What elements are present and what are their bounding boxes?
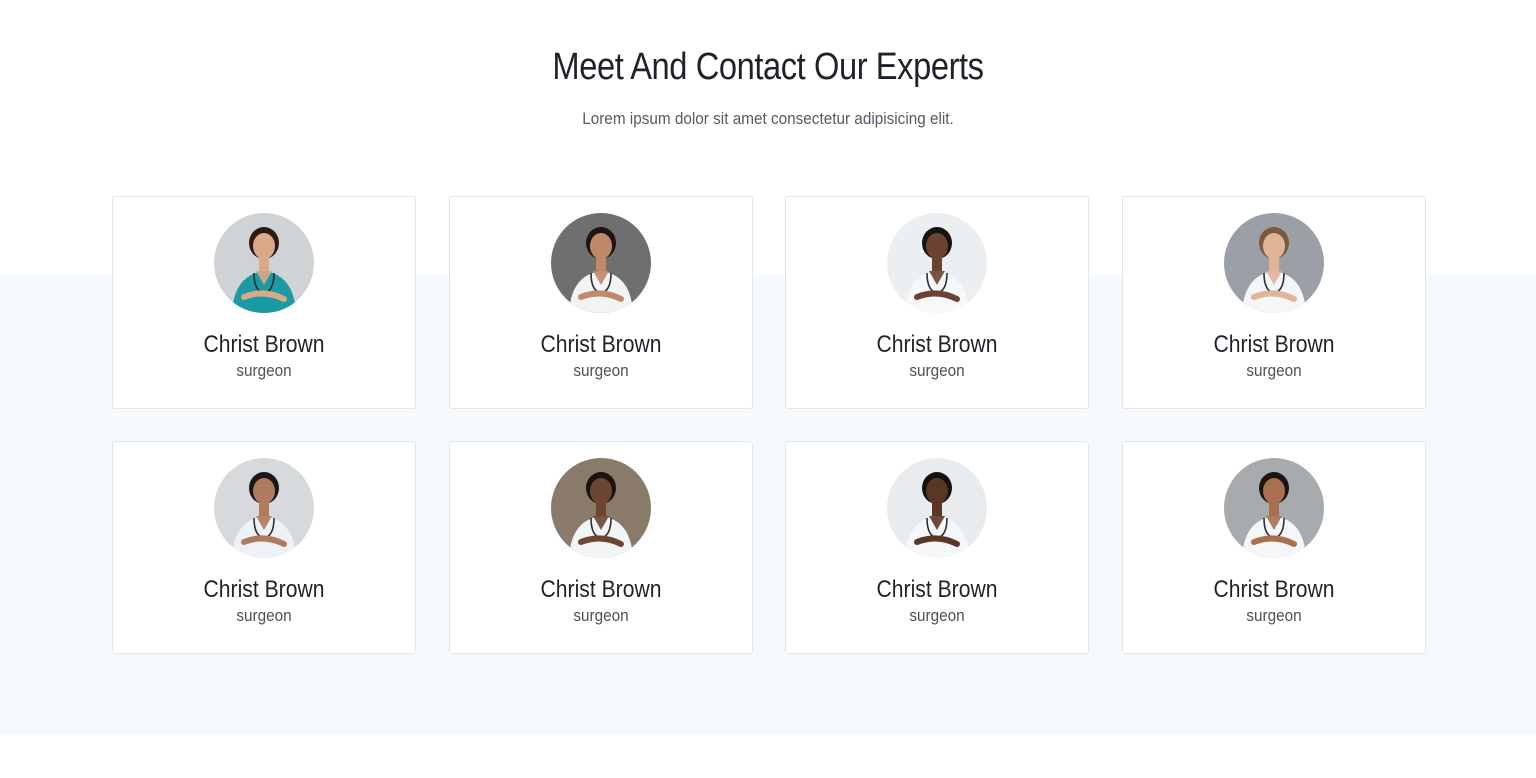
expert-avatar [550, 458, 651, 558]
expert-role: surgeon [572, 606, 629, 625]
expert-role: surgeon [236, 361, 292, 380]
expert-name: Christ Brown [540, 331, 661, 358]
expert-card[interactable]: Christ Brown surgeon [1121, 196, 1426, 409]
expert-card[interactable]: Christ Brown surgeon [1121, 441, 1426, 654]
section-subtitle: Lorem ipsum dolor sit amet consectetur a… [582, 109, 954, 128]
expert-role: surgeon [1245, 361, 1302, 380]
expert-name: Christ Brown [876, 331, 998, 358]
expert-card[interactable]: Christ Brown surgeon [785, 196, 1089, 409]
expert-name: Christ Brown [203, 576, 325, 603]
expert-name: Christ Brown [540, 576, 661, 603]
portrait-photo [887, 213, 987, 313]
expert-card[interactable]: Christ Brown surgeon [112, 441, 416, 654]
expert-avatar [214, 458, 314, 558]
portrait-photo [1223, 213, 1324, 313]
expert-avatar [1223, 458, 1324, 558]
portrait-photo [550, 458, 651, 558]
expert-card[interactable]: Christ Brown surgeon [448, 441, 753, 654]
experts-grid: Christ Brown surgeon Christ Brown surgeo… [112, 196, 1426, 654]
expert-card[interactable]: Christ Brown surgeon [448, 196, 753, 409]
expert-avatar [550, 213, 651, 313]
expert-name: Christ Brown [1213, 331, 1334, 358]
expert-avatar [887, 458, 987, 558]
expert-name: Christ Brown [203, 331, 325, 358]
expert-card[interactable]: Christ Brown surgeon [785, 441, 1089, 654]
portrait-photo [214, 458, 314, 558]
portrait-photo [1223, 458, 1324, 558]
section-title: Meet And Contact Our Experts [552, 46, 984, 88]
expert-name: Christ Brown [876, 576, 998, 603]
expert-role: surgeon [572, 361, 629, 380]
expert-avatar [1223, 213, 1324, 313]
portrait-photo [887, 458, 987, 558]
expert-role: surgeon [236, 606, 292, 625]
expert-name: Christ Brown [1213, 576, 1334, 603]
expert-role: surgeon [1245, 606, 1302, 625]
expert-role: surgeon [909, 361, 965, 380]
portrait-photo [214, 213, 314, 313]
portrait-photo [550, 213, 651, 313]
expert-avatar [214, 213, 314, 313]
expert-avatar [887, 213, 987, 313]
expert-card[interactable]: Christ Brown surgeon [112, 196, 416, 409]
expert-role: surgeon [909, 606, 965, 625]
